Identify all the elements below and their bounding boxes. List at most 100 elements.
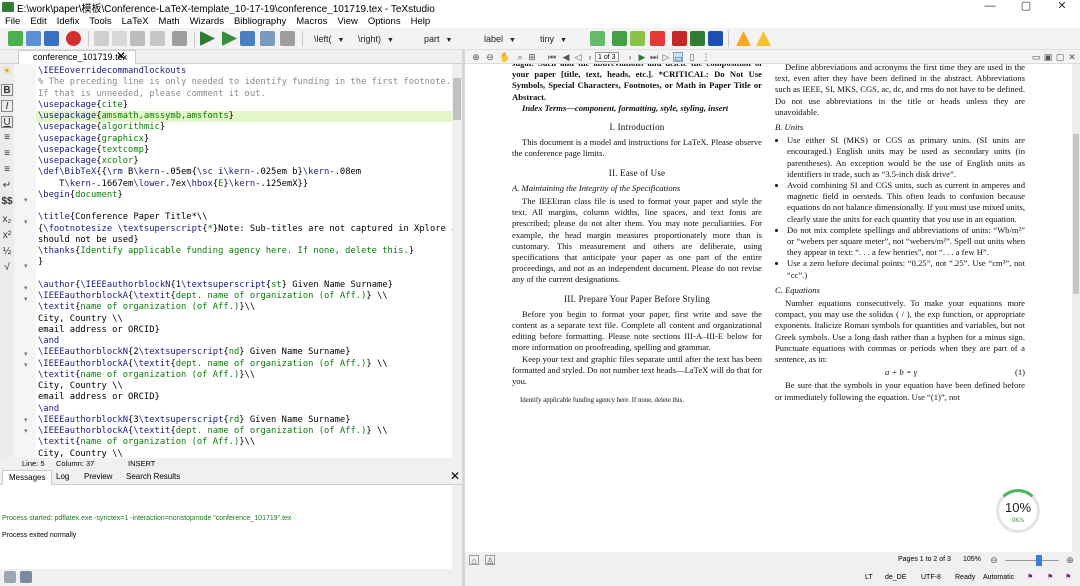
- last-page-icon[interactable]: ⏭: [649, 52, 659, 62]
- mode-indicator[interactable]: Automatic: [983, 569, 1014, 586]
- code-line[interactable]: % The preceding line is only needed to i…: [38, 77, 451, 88]
- subscript-icon[interactable]: x₂: [1, 214, 13, 226]
- code-line[interactable]: \and: [38, 336, 59, 347]
- table-blue-icon[interactable]: [708, 31, 723, 46]
- fold-marker-icon[interactable]: ▾: [24, 416, 28, 424]
- menu-file[interactable]: File: [0, 16, 25, 27]
- menu-latex[interactable]: LaTeX: [117, 16, 154, 27]
- copy-icon[interactable]: [130, 31, 145, 46]
- stop-icon[interactable]: [280, 31, 295, 46]
- code-line[interactable]: \usepackage{amsmath,amssymb,amsfonts}: [36, 111, 452, 122]
- prev-icon[interactable]: ‹: [585, 52, 595, 62]
- code-line[interactable]: \usepackage{graphicx}: [38, 134, 149, 145]
- bookmark-red-icon[interactable]: ⚑: [1027, 569, 1033, 586]
- tab-search-results[interactable]: Search Results: [120, 470, 186, 485]
- next-page-icon[interactable]: ▶: [637, 52, 647, 62]
- window-icon[interactable]: ▣: [1043, 52, 1053, 62]
- magnifier-icon[interactable]: ⌕: [515, 52, 525, 62]
- first-page-icon[interactable]: ⏮: [547, 52, 557, 62]
- zoom-out-icon[interactable]: ⊖: [485, 52, 495, 62]
- table-red-icon[interactable]: [650, 31, 665, 46]
- table-green-icon[interactable]: [590, 31, 605, 46]
- back-icon[interactable]: ◁: [573, 52, 583, 62]
- fold-marker-icon[interactable]: ▾: [24, 196, 28, 204]
- structure-toggle-icon[interactable]: [4, 571, 16, 583]
- zoom-slider[interactable]: [1005, 560, 1059, 561]
- tab-log[interactable]: Log: [50, 470, 75, 485]
- close-viewer-icon[interactable]: ✕: [1067, 52, 1077, 62]
- code-line[interactable]: \def\BibTeX{{\rm B\kern-.05em{\sc i\kern…: [38, 167, 361, 178]
- code-line[interactable]: \textit{name of organization (of Aff.)}\…: [38, 437, 255, 448]
- table-delete-icon[interactable]: [672, 31, 687, 46]
- zoom-in-icon[interactable]: ⊕: [471, 52, 481, 62]
- code-line[interactable]: \IEEEauthorblockA{\textit{dept. name of …: [38, 359, 388, 370]
- left-delimiter-dropdown[interactable]: \left(▼: [314, 32, 344, 46]
- new-file-icon[interactable]: [8, 31, 23, 46]
- align-center-icon[interactable]: ≡: [1, 148, 13, 160]
- menu-macros[interactable]: Macros: [291, 16, 332, 27]
- build-and-view-icon[interactable]: [200, 31, 215, 46]
- code-line[interactable]: \IEEEauthorblockN{2\textsuperscript{nd} …: [38, 347, 351, 358]
- menu-idefix[interactable]: Idefix: [52, 16, 85, 27]
- menu-edit[interactable]: Edit: [25, 16, 51, 27]
- minimize-button[interactable]: —: [972, 0, 1008, 14]
- prev-page-icon[interactable]: ◀: [561, 52, 571, 62]
- code-line[interactable]: \usepackage{algorithmic}: [38, 122, 165, 133]
- view-log-icon[interactable]: [260, 31, 275, 46]
- fraction-icon[interactable]: ½: [1, 246, 13, 258]
- warning-icon[interactable]: [736, 31, 751, 46]
- menu-help[interactable]: Help: [406, 16, 436, 27]
- close-panel-icon[interactable]: ✕: [450, 469, 460, 483]
- pdf-viewer[interactable]: sugar. Such and the abbreviations and de…: [465, 64, 1072, 552]
- zoom-out-icon[interactable]: ⊖: [989, 555, 999, 565]
- code-line[interactable]: T\kern-.1667em\lower.7ex\hbox{E}\kern-.1…: [38, 179, 308, 190]
- code-line[interactable]: \thanks{Identify applicable funding agen…: [38, 246, 414, 257]
- underline-icon[interactable]: U: [1, 116, 13, 128]
- messages-scrollbar[interactable]: [452, 485, 462, 569]
- menu-tools[interactable]: Tools: [84, 16, 116, 27]
- maximize-button[interactable]: ▢: [1008, 0, 1044, 14]
- code-line[interactable]: \textit{name of organization (of Aff.)}\…: [38, 302, 255, 313]
- part-dropdown[interactable]: part ▼: [424, 32, 452, 46]
- code-line[interactable]: }: [38, 257, 43, 268]
- code-line[interactable]: \IEEEauthorblockN{3\textsuperscript{rd} …: [38, 415, 351, 426]
- fit-width-icon[interactable]: ⊞: [527, 52, 537, 62]
- close-window-button[interactable]: ✕: [1044, 0, 1080, 14]
- code-line[interactable]: should not be used}: [38, 235, 139, 246]
- code-line[interactable]: \usepackage{cite}: [38, 100, 128, 111]
- newline-icon[interactable]: ↵: [1, 180, 13, 192]
- bold-icon[interactable]: B: [1, 84, 13, 96]
- bookmark-blue-icon[interactable]: ⚑: [1047, 569, 1053, 586]
- code-line[interactable]: \textit{name of organization (of Aff.)}\…: [38, 370, 255, 381]
- font-size-dropdown[interactable]: tiny ▼: [540, 32, 567, 46]
- code-line[interactable]: {\footnotesize \textsuperscript{*}Note: …: [38, 224, 452, 235]
- fold-marker-icon[interactable]: ▾: [24, 218, 28, 226]
- undo-icon[interactable]: [94, 31, 109, 46]
- embed-icon[interactable]: ▭: [1031, 52, 1041, 62]
- person-icon[interactable]: ♙: [485, 555, 495, 566]
- bookmark-icon[interactable]: ☀: [1, 66, 13, 78]
- fold-marker-icon[interactable]: ▾: [24, 295, 28, 303]
- code-line[interactable]: City, Country \\: [38, 314, 123, 325]
- menu-options[interactable]: Options: [363, 16, 406, 27]
- fold-marker-icon[interactable]: ▾: [24, 361, 28, 369]
- warning-next-icon[interactable]: [756, 31, 771, 46]
- bookmark-green-icon[interactable]: ⚑: [1065, 569, 1071, 586]
- right-delimiter-dropdown[interactable]: \right) ▼: [358, 32, 394, 46]
- math-icon[interactable]: $$: [1, 196, 13, 208]
- hand-tool-icon[interactable]: ✋: [499, 52, 510, 62]
- code-line[interactable]: \IEEEauthorblockA{\textit{dept. name of …: [38, 291, 388, 302]
- save-icon[interactable]: [44, 31, 59, 46]
- view-pdf-icon[interactable]: [240, 31, 255, 46]
- grid-view-icon[interactable]: ⋮: [701, 52, 711, 62]
- pdf-scroll-thumb[interactable]: [1073, 134, 1079, 294]
- cut-icon[interactable]: [150, 31, 165, 46]
- menu-bibliography[interactable]: Bibliography: [229, 16, 291, 27]
- menu-view[interactable]: View: [332, 16, 362, 27]
- sync-icon[interactable]: ⌂: [469, 555, 479, 566]
- language-indicator[interactable]: de_DE: [885, 569, 906, 586]
- zoom-level[interactable]: 105%: [963, 556, 981, 563]
- editor-scrollbar[interactable]: [452, 64, 462, 458]
- progress-overlay[interactable]: 10% 0K/s: [996, 489, 1040, 533]
- fullscreen-icon[interactable]: ▢: [1055, 52, 1065, 62]
